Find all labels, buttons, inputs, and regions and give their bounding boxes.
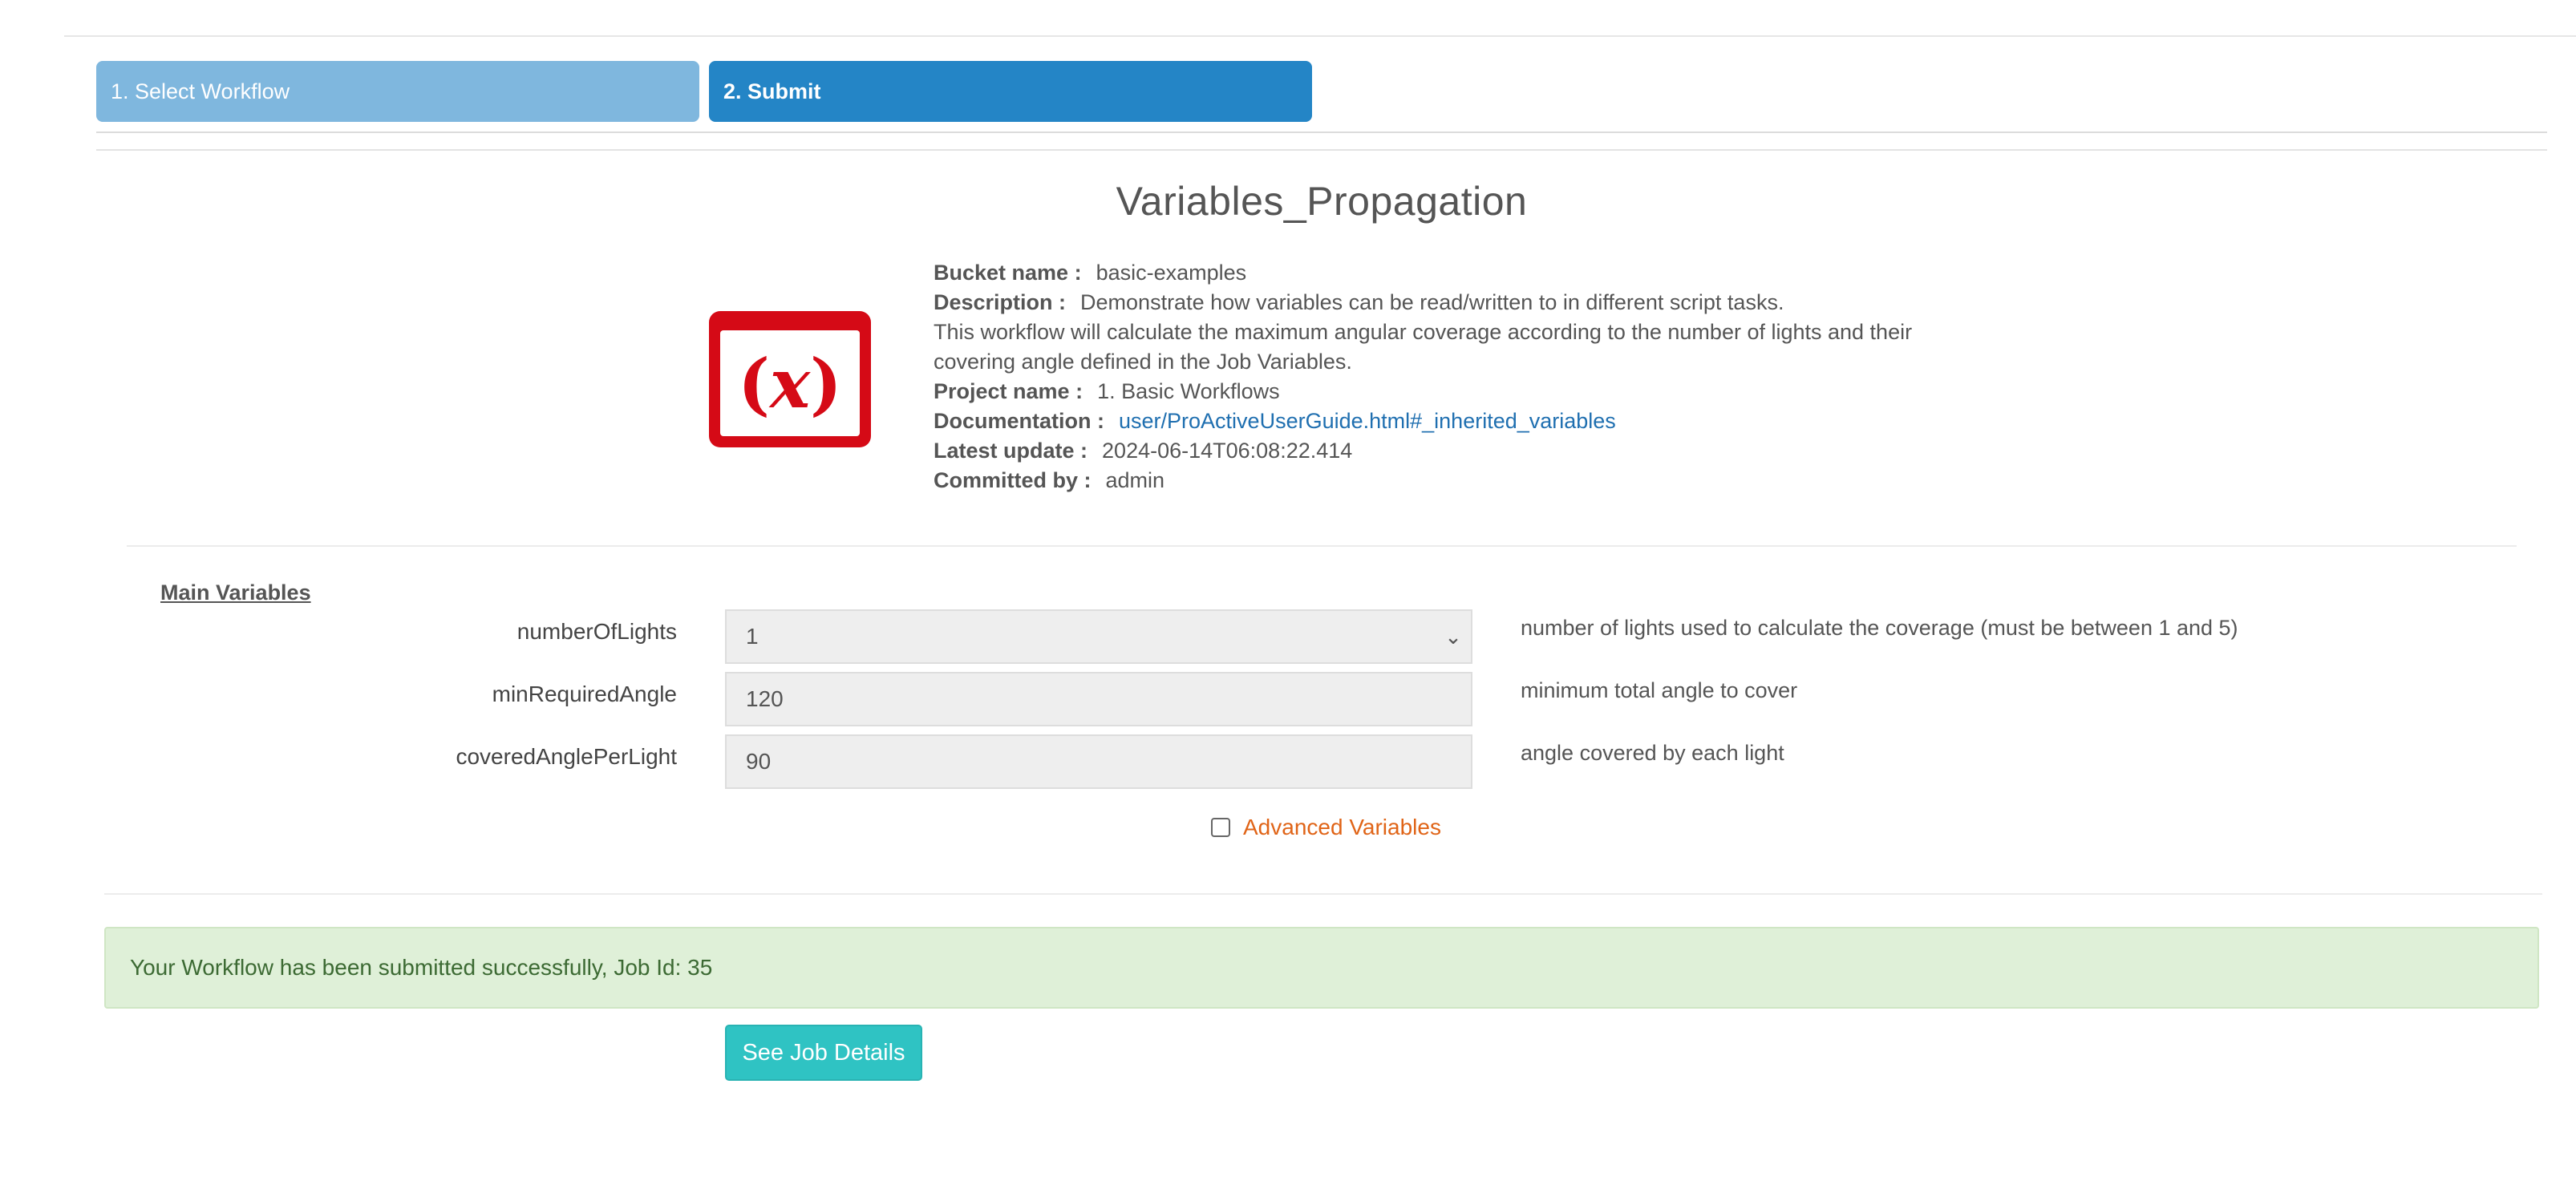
main-variables-title: Main Variables — [160, 580, 311, 605]
top-divider — [64, 35, 2576, 37]
content-divider — [96, 149, 2547, 151]
bucket-value: basic-examples — [1096, 261, 1247, 285]
covered-angle-per-light-input[interactable]: 90 — [725, 734, 1472, 789]
variables-divider — [104, 893, 2542, 895]
committed-value: admin — [1105, 468, 1165, 492]
variable-label-number-of-lights: numberOfLights — [516, 619, 677, 644]
number-of-lights-select[interactable]: 1 ⌄ — [725, 609, 1472, 664]
bucket-label: Bucket name : — [934, 261, 1082, 285]
variable-desc-min-required-angle: minimum total angle to cover — [1521, 678, 1798, 702]
description-line-3: covering angle defined in the Job Variab… — [934, 350, 1352, 374]
success-alert: Your Workflow has been submitted success… — [104, 927, 2539, 1009]
description-label: Description : — [934, 290, 1067, 314]
number-of-lights-value: 1 — [746, 624, 759, 649]
chevron-down-icon: ⌄ — [1444, 625, 1462, 649]
description-row: Description : Demonstrate how variables c… — [934, 288, 2056, 318]
documentation-link[interactable]: user/ProActiveUserGuide.html#_inherited_… — [1119, 409, 1616, 433]
update-value: 2024-06-14T06:08:22.414 — [1102, 439, 1353, 463]
documentation-label: Documentation : — [934, 409, 1104, 433]
variable-desc-number-of-lights: number of lights used to calculate the c… — [1521, 616, 2238, 640]
update-row: Latest update : 2024-06-14T06:08:22.414 — [934, 436, 2056, 466]
bucket-row: Bucket name : basic-examples — [934, 258, 2056, 288]
description-line-2: This workflow will calculate the maximum… — [934, 320, 1913, 344]
advanced-variables-toggle[interactable]: Advanced Variables — [1211, 815, 1441, 840]
variable-label-min-required-angle: minRequiredAngle — [492, 682, 677, 706]
variable-label-covered-angle-per-light: coveredAnglePerLight — [456, 744, 677, 769]
step-submit[interactable]: 2. Submit — [709, 61, 1312, 122]
committed-label: Committed by : — [934, 468, 1092, 492]
min-required-angle-input[interactable]: 120 — [725, 672, 1472, 726]
update-label: Latest update : — [934, 439, 1088, 463]
committed-row: Committed by : admin — [934, 466, 2056, 495]
description-line-1: Demonstrate how variables can be read/wr… — [1080, 290, 1784, 314]
metadata-divider — [127, 545, 2517, 547]
advanced-variables-checkbox[interactable] — [1211, 818, 1230, 837]
workflow-metadata: Bucket name : basic-examples Description … — [934, 258, 2056, 495]
see-job-details-button[interactable]: See Job Details — [725, 1025, 922, 1081]
advanced-variables-label[interactable]: Advanced Variables — [1243, 815, 1441, 840]
submit-workflow-page: 1. Select Workflow 2. Submit Variables_P… — [0, 0, 2576, 1177]
workflow-title: Variables_Propagation — [1116, 179, 1528, 224]
step-select-workflow[interactable]: 1. Select Workflow — [96, 61, 699, 122]
project-row: Project name : 1. Basic Workflows — [934, 377, 2056, 406]
project-label: Project name : — [934, 379, 1083, 403]
project-value: 1. Basic Workflows — [1097, 379, 1280, 403]
documentation-row: Documentation : user/ProActiveUserGuide.h… — [934, 406, 2056, 436]
steps-divider — [96, 131, 2547, 133]
variable-desc-covered-angle-per-light: angle covered by each light — [1521, 741, 1784, 765]
variable-x-icon: (x) — [709, 311, 871, 447]
